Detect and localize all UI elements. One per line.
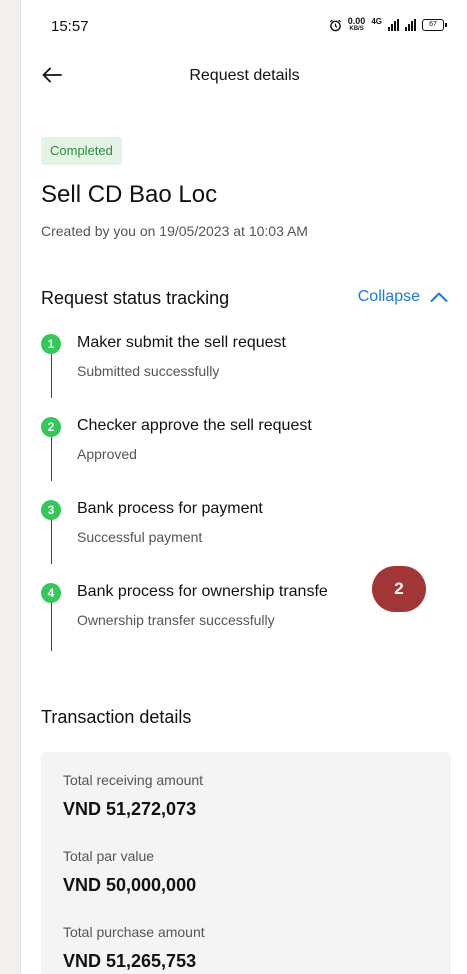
- transaction-label: Total par value: [63, 848, 155, 864]
- step-title: Maker submit the sell request: [77, 334, 286, 351]
- step-number: 3: [41, 500, 61, 520]
- request-name: Sell CD Bao Loc: [41, 181, 218, 208]
- transaction-value: VND 51,265,753: [63, 951, 197, 971]
- net-speed-unit: KB/S: [349, 26, 364, 32]
- step-number: 4: [41, 583, 61, 603]
- collapse-button[interactable]: Collapse: [358, 288, 448, 306]
- network-type: 4G: [371, 17, 382, 26]
- transaction-label: Total purchase amount: [63, 924, 205, 940]
- collapse-label: Collapse: [357, 288, 420, 305]
- net-speed: 0.00 KB/S: [348, 17, 366, 33]
- step-connector: [51, 603, 52, 651]
- step-subtitle: Successful payment: [77, 529, 203, 545]
- transaction-section-title: Transaction details: [41, 707, 192, 727]
- status-badge: Completed: [41, 137, 122, 165]
- alarm-icon: [329, 19, 341, 31]
- screen: 15:57 0.00 KB/S 4G 67 Request details Co…: [20, 0, 467, 974]
- status-time: 15:57: [51, 18, 89, 35]
- status-bar: 15:57 0.00 KB/S 4G 67: [21, 0, 467, 56]
- signal-icon: [388, 19, 399, 31]
- transaction-value: VND 51,272,073: [63, 799, 197, 819]
- signal-icon-2: [405, 19, 416, 31]
- transaction-label: Total receiving amount: [63, 772, 204, 788]
- transaction-card: Total receiving amount VND 51,272,073 To…: [41, 752, 451, 974]
- status-icons: 0.00 KB/S 4G 67: [329, 17, 447, 33]
- page-title: Request details: [189, 67, 300, 84]
- tracking-section-title: Request status tracking: [41, 288, 230, 308]
- step-subtitle: Submitted successfully: [77, 363, 220, 379]
- net-speed-value: 0.00: [347, 16, 366, 26]
- annotation-marker: 2: [372, 566, 426, 612]
- step-number: 2: [41, 417, 61, 437]
- chevron-up-icon: [430, 292, 448, 302]
- transaction-value: VND 50,000,000: [63, 875, 197, 895]
- step-connector: [51, 437, 52, 481]
- top-app-bar: Request details: [21, 56, 467, 96]
- step-number: 1: [41, 334, 61, 354]
- step-connector: [51, 354, 52, 398]
- step-title: Checker approve the sell request: [77, 417, 312, 434]
- step-title: Bank process for payment: [77, 500, 263, 517]
- battery-icon: 67: [422, 19, 447, 31]
- step-title: Bank process for ownership transfe: [77, 583, 328, 600]
- request-created-info: Created by you on 19/05/2023 at 10:03 AM: [41, 223, 308, 239]
- step-connector: [51, 520, 52, 564]
- step-subtitle: Ownership transfer successfully: [77, 612, 275, 628]
- step-subtitle: Approved: [77, 446, 137, 462]
